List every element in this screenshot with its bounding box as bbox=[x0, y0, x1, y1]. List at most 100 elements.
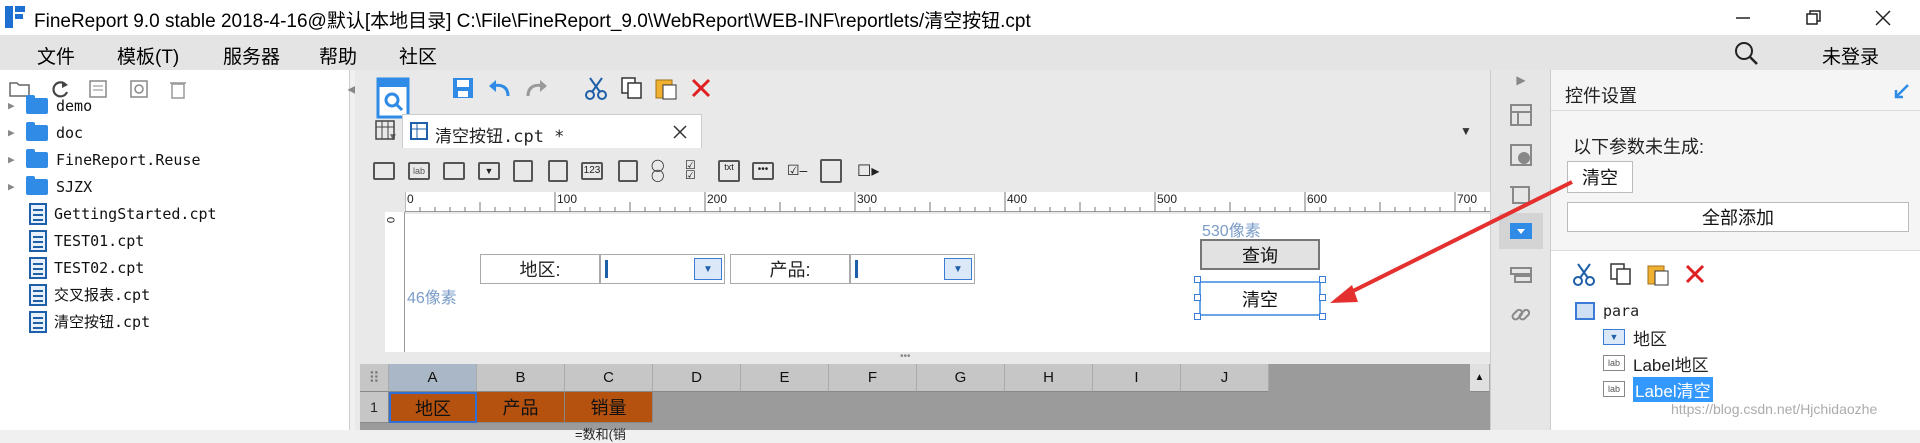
parameter-pane[interactable]: 530像素 46像素 地区: ▼ 产品: ▼ 查询 清空 bbox=[405, 214, 1490, 352]
date-widget-icon[interactable] bbox=[548, 160, 568, 182]
row-header-1[interactable]: 1 bbox=[360, 392, 389, 423]
widget-settings-icon[interactable] bbox=[1499, 213, 1543, 249]
tree-item-demo[interactable]: ▶ demo bbox=[8, 92, 92, 119]
paste-icon[interactable] bbox=[1645, 261, 1671, 287]
combobox-widget-icon[interactable]: ▼ bbox=[478, 162, 500, 180]
login-link[interactable]: 未登录 bbox=[1822, 42, 1879, 69]
tab-clear-button-cpt[interactable]: 清空按钮.cpt * bbox=[402, 114, 702, 148]
cell-info-icon[interactable] bbox=[1506, 140, 1536, 170]
product-label[interactable]: 产品: bbox=[730, 254, 850, 284]
selection-handle[interactable] bbox=[1319, 294, 1326, 301]
column-header-b[interactable]: B bbox=[477, 364, 565, 392]
column-header-h[interactable]: H bbox=[1005, 364, 1093, 392]
search-icon[interactable] bbox=[1731, 38, 1761, 68]
tree-item-sjzx[interactable]: ▶ SJZX bbox=[8, 173, 92, 200]
tab-menu-icon[interactable]: ▼ bbox=[1455, 120, 1477, 142]
text-widget-icon[interactable]: txt bbox=[718, 160, 740, 182]
column-header-f[interactable]: F bbox=[829, 364, 917, 392]
column-header-g[interactable]: G bbox=[917, 364, 1005, 392]
selection-handle[interactable] bbox=[1319, 313, 1326, 320]
copy-icon[interactable] bbox=[1608, 261, 1634, 287]
menu-file[interactable]: 文件 bbox=[37, 42, 75, 69]
clear-button[interactable]: 清空 bbox=[1199, 281, 1321, 316]
cell-b1[interactable]: 产品 bbox=[477, 392, 565, 423]
tree-item-gettingstarted[interactable]: GettingStarted.cpt bbox=[29, 200, 217, 227]
column-header-d[interactable]: D bbox=[653, 364, 741, 392]
menu-server[interactable]: 服务器 bbox=[223, 42, 280, 69]
menu-bar: 文件 模板(T) 服务器 帮助 社区 未登录 bbox=[0, 35, 1920, 70]
tree-item-test02[interactable]: TEST02.cpt bbox=[29, 254, 144, 281]
checkbox-group-icon[interactable]: ☑ ☑ bbox=[685, 159, 705, 182]
save-icon[interactable] bbox=[450, 75, 476, 101]
tree-item-test01[interactable]: TEST01.cpt bbox=[29, 227, 144, 254]
textarea-widget-icon[interactable] bbox=[618, 160, 638, 182]
checkbox-widget-icon[interactable]: ☑– bbox=[787, 162, 809, 180]
cell-c1[interactable]: 销量 bbox=[565, 392, 653, 423]
splitter-grip[interactable]: ••• bbox=[900, 352, 920, 362]
radio-group-icon[interactable]: ◯ ◯ bbox=[651, 159, 671, 182]
selection-handle[interactable] bbox=[1194, 294, 1201, 301]
undo-icon[interactable] bbox=[487, 75, 513, 101]
textbox-widget-icon[interactable] bbox=[373, 162, 395, 180]
minimize-icon[interactable] bbox=[1728, 4, 1758, 32]
copy-icon[interactable] bbox=[619, 75, 645, 101]
selection-handle[interactable] bbox=[1194, 313, 1201, 320]
tree-widget-icon[interactable] bbox=[820, 159, 842, 183]
tree-item-clear-button[interactable]: 清空按钮.cpt bbox=[29, 308, 150, 335]
frame-icon[interactable] bbox=[1506, 180, 1536, 210]
tree-root-para[interactable]: para bbox=[1575, 299, 1639, 323]
cell-a1[interactable]: 地区 bbox=[389, 392, 477, 423]
settings-icon[interactable] bbox=[127, 78, 151, 100]
cell-attributes-icon[interactable] bbox=[1506, 100, 1536, 130]
column-header-e[interactable]: E bbox=[741, 364, 829, 392]
column-header-c[interactable]: C bbox=[565, 364, 653, 392]
area-combobox[interactable]: ▼ bbox=[600, 254, 725, 284]
delete-icon[interactable] bbox=[166, 78, 190, 100]
add-all-button[interactable]: 全部添加 bbox=[1567, 202, 1909, 232]
grid-view-icon[interactable] bbox=[373, 118, 397, 142]
ungenerated-param-item[interactable]: 清空 bbox=[1567, 161, 1633, 193]
scroll-up-icon[interactable]: ▲ bbox=[1470, 364, 1490, 392]
query-button[interactable]: 查询 bbox=[1200, 239, 1320, 270]
paste-icon[interactable] bbox=[653, 75, 679, 101]
more-widgets-icon[interactable]: ☐▸ bbox=[857, 161, 883, 180]
selection-handle[interactable] bbox=[1194, 276, 1201, 283]
cut-icon[interactable] bbox=[583, 75, 609, 101]
spreadsheet-grid[interactable]: ⠿ A B C D E F G H I J ▲ 1 地区 产品 销量 =数和(销 bbox=[360, 364, 1490, 442]
dropdown-icon[interactable]: ▼ bbox=[944, 258, 972, 280]
label-widget-icon[interactable]: lab bbox=[408, 162, 430, 180]
tree-item-doc[interactable]: ▶ doc bbox=[8, 119, 83, 146]
tree-node-label-clear[interactable]: lab Label清空 bbox=[1603, 376, 1713, 402]
tree-node-area[interactable]: ▼ 地区 bbox=[1603, 325, 1667, 349]
list-widget-icon[interactable] bbox=[513, 160, 533, 182]
product-combobox[interactable]: ▼ bbox=[850, 254, 975, 284]
menu-help[interactable]: 帮助 bbox=[319, 42, 357, 69]
tree-node-label-area[interactable]: lab Label地区 bbox=[1603, 351, 1709, 375]
delete-red-icon[interactable] bbox=[688, 75, 714, 101]
pin-icon[interactable] bbox=[1891, 80, 1913, 102]
close-icon[interactable] bbox=[1868, 4, 1898, 32]
area-label[interactable]: 地区: bbox=[480, 254, 600, 284]
tree-node-label: Label地区 bbox=[1633, 355, 1709, 375]
column-header-j[interactable]: J bbox=[1181, 364, 1269, 392]
cut-icon[interactable] bbox=[1571, 261, 1597, 287]
number-widget-icon[interactable]: 123 bbox=[581, 162, 603, 180]
maximize-icon[interactable] bbox=[1798, 4, 1828, 32]
selection-handle[interactable] bbox=[1319, 276, 1326, 283]
delete-red-icon[interactable] bbox=[1682, 261, 1708, 287]
tab-close-icon[interactable] bbox=[669, 121, 691, 143]
hyperlink-icon[interactable] bbox=[1506, 300, 1536, 330]
menu-community[interactable]: 社区 bbox=[399, 42, 437, 69]
grid-corner[interactable]: ⠿ bbox=[360, 364, 389, 392]
tree-item-crosstab[interactable]: 交叉报表.cpt bbox=[29, 281, 150, 308]
column-header-i[interactable]: I bbox=[1093, 364, 1181, 392]
dropdown-icon[interactable]: ▼ bbox=[694, 258, 722, 280]
expand-right-icon[interactable]: ▶ bbox=[1511, 70, 1531, 90]
redo-icon[interactable] bbox=[523, 75, 549, 101]
condition-icon[interactable] bbox=[1506, 260, 1536, 290]
tree-item-finereport-reuse[interactable]: ▶ FineReport.Reuse bbox=[8, 146, 201, 173]
column-header-a[interactable]: A bbox=[389, 364, 477, 392]
menu-template[interactable]: 模板(T) bbox=[117, 42, 179, 69]
input-widget-icon[interactable] bbox=[443, 162, 465, 180]
password-widget-icon[interactable]: ••• bbox=[752, 162, 774, 180]
